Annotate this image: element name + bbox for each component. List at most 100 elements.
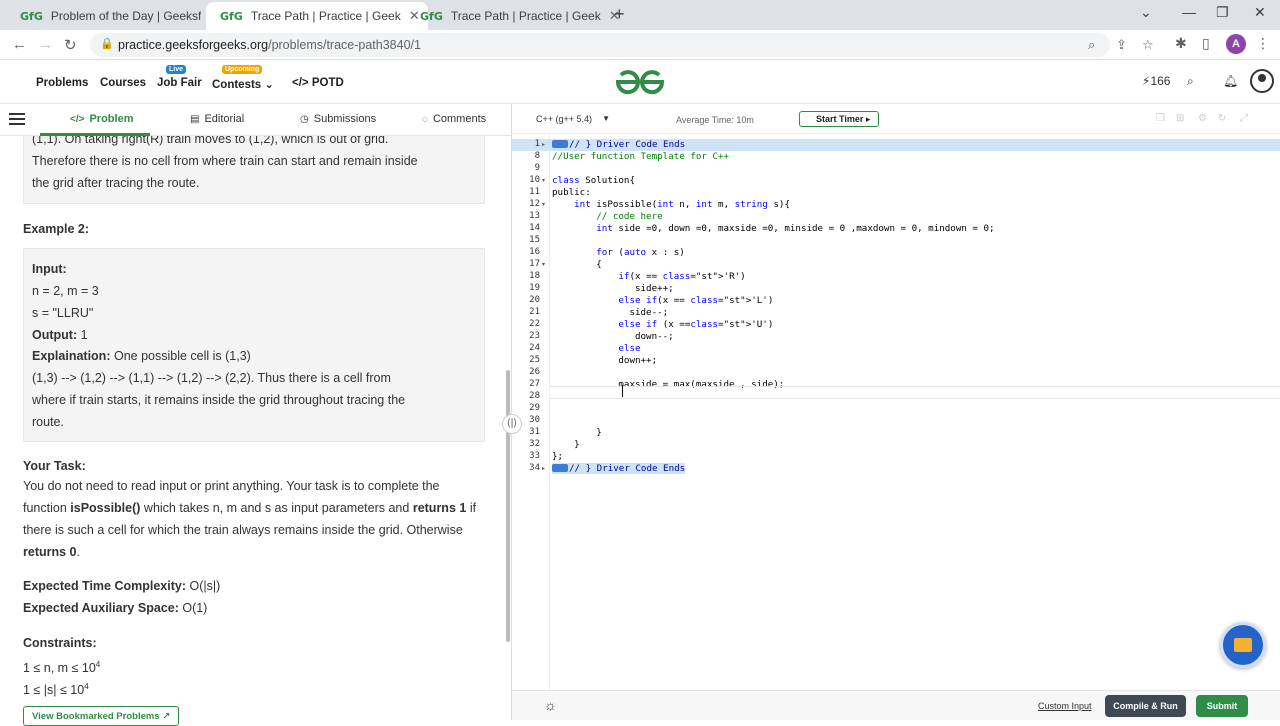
tab-search-chevron-icon[interactable]: ⌄ xyxy=(1140,4,1152,21)
code-line[interactable]: 34 ▸ // } Driver Code Ends xyxy=(512,463,1280,475)
example-2-box: Input: n = 2, m = 3 s = "LLRU" Output: 1… xyxy=(23,248,485,442)
compile-run-button[interactable]: Compile & Run xyxy=(1105,695,1186,717)
search-icon[interactable]: ⌕ xyxy=(1187,74,1194,89)
line-number: 15 xyxy=(529,235,540,245)
tab-editorial[interactable]: ▤ Editorial xyxy=(190,113,244,125)
line-number: 17 xyxy=(529,259,540,269)
code-line[interactable]: 25 down++; xyxy=(512,355,1280,367)
zoom-icon[interactable]: ⌕ xyxy=(1088,37,1095,53)
code-line[interactable]: 8 //User function Template for C++ xyxy=(512,151,1280,163)
line-number: 12 xyxy=(529,199,540,209)
browser-tab-trace-path-active[interactable]: GfG Trace Path | Practice | GeeksforGe ✕ xyxy=(206,2,428,30)
nav-potd[interactable]: </> POTD xyxy=(292,77,344,89)
browser-profile-avatar[interactable]: A xyxy=(1226,34,1246,54)
line-number: 34 xyxy=(529,463,540,473)
minimize-icon[interactable]: — xyxy=(1182,4,1196,20)
new-tab-button[interactable]: + xyxy=(614,4,625,25)
browser-tab-potd[interactable]: GfG Problem of the Day | GeeksforGe ✕ xyxy=(6,2,228,30)
view-bookmarked-button[interactable]: View Bookmarked Problems ↗ xyxy=(23,706,179,726)
settings-icon[interactable]: ⚙ xyxy=(1198,113,1207,124)
code-line[interactable]: 33}; xyxy=(512,451,1280,463)
custom-input-link[interactable]: Custom Input xyxy=(1038,701,1092,711)
url-field[interactable]: 🔒 practice.geeksforgeeks.org/problems/tr… xyxy=(90,33,1154,57)
code-line[interactable]: 11 public: xyxy=(512,187,1280,199)
code-line[interactable]: 30 xyxy=(512,415,1280,427)
streak-counter[interactable]: ⚡166 xyxy=(1142,74,1170,88)
browser-menu-icon[interactable]: ⋮ xyxy=(1256,35,1270,52)
code-line[interactable]: 1 ▸ // } Driver Code Ends xyxy=(512,139,1280,151)
reload-icon[interactable]: ↻ xyxy=(64,36,77,54)
fullscreen-icon[interactable]: ⤢ xyxy=(1240,113,1248,124)
code-line[interactable]: 10 ▾ class Solution{ xyxy=(512,175,1280,187)
problem-scrollbar[interactable] xyxy=(506,370,510,642)
code-line[interactable]: 20 else if(x == class="st">'L') xyxy=(512,295,1280,307)
forward-icon[interactable]: → xyxy=(38,36,53,53)
start-timer-button[interactable]: Start Timer ▸ xyxy=(799,111,879,127)
folded-code-icon[interactable] xyxy=(552,140,568,148)
fold-toggle-icon[interactable]: ▸ xyxy=(542,141,545,148)
code-line[interactable]: 26 xyxy=(512,367,1280,379)
code-line[interactable]: 21 side--; xyxy=(512,307,1280,319)
comment-icon: ◌ xyxy=(422,114,428,125)
time-complexity: Expected Time Complexity: O(|s|) xyxy=(23,579,221,593)
code-line[interactable]: 19 side++; xyxy=(512,283,1280,295)
back-icon[interactable]: ← xyxy=(12,36,27,53)
code-line[interactable]: 32 } xyxy=(512,439,1280,451)
expand-icon[interactable]: ⊞ xyxy=(1176,113,1184,124)
notification-bell-icon[interactable]: 🔔︎ xyxy=(1223,74,1238,88)
space-complexity: Expected Auxiliary Space: O(1) xyxy=(23,601,208,615)
code-line[interactable]: 15 xyxy=(512,235,1280,247)
upcoming-badge: Upcoming xyxy=(222,65,263,74)
share-icon[interactable]: ⇪ xyxy=(1116,37,1127,53)
bookmark-star-icon[interactable]: ☆ xyxy=(1142,37,1154,53)
hamburger-menu-icon[interactable] xyxy=(9,113,25,125)
nav-problems[interactable]: Problems xyxy=(36,77,88,89)
gfg-logo[interactable] xyxy=(614,68,666,96)
explanation-line: (1,3) --> (1,2) --> (1,1) --> (1,2) --> … xyxy=(32,371,391,385)
user-profile-icon[interactable] xyxy=(1250,69,1274,93)
chat-help-icon[interactable] xyxy=(1220,622,1266,668)
restore-icon[interactable]: ❐ xyxy=(1216,4,1229,21)
code-line[interactable]: 14 int side =0, down =0, maxside =0, min… xyxy=(512,223,1280,235)
fold-toggle-icon[interactable]: ▸ xyxy=(542,465,545,472)
code-line[interactable]: 23 down--; xyxy=(512,331,1280,343)
nav-job-fair[interactable]: Job Fair xyxy=(157,77,202,89)
code-line[interactable]: 16 for (auto x : s) xyxy=(512,247,1280,259)
code-line[interactable]: 12 ▾ int isPossible(int n, int m, string … xyxy=(512,199,1280,211)
copy-icon[interactable]: ❐ xyxy=(1156,113,1165,124)
line-number: 32 xyxy=(529,439,540,449)
browser-tab-trace-path[interactable]: GfG Trace Path | Practice | GeeksforGe ✕ xyxy=(406,2,628,30)
code-line[interactable]: 24 else xyxy=(512,343,1280,355)
submit-button[interactable]: Submit xyxy=(1196,695,1248,717)
close-window-icon[interactable]: ✕ xyxy=(1254,4,1266,21)
fold-toggle-icon[interactable]: ▾ xyxy=(542,201,545,208)
code-text: else xyxy=(618,343,641,354)
code-line[interactable]: 22 else if (x ==class="st">'U') xyxy=(512,319,1280,331)
theme-toggle-icon[interactable]: ☼ xyxy=(544,697,557,713)
example-1-line: the grid after tracing the route. xyxy=(32,176,200,190)
nav-courses[interactable]: Courses xyxy=(100,77,146,89)
extensions-icon[interactable]: ✱ xyxy=(1175,35,1187,52)
code-line[interactable]: 29 xyxy=(512,403,1280,415)
code-line[interactable]: 17 ▾ { xyxy=(512,259,1280,271)
language-select[interactable]: C++ (g++ 5.4) ▼ xyxy=(528,111,612,129)
tab-problem[interactable]: </> Problem xyxy=(70,113,133,125)
code-line[interactable]: 13 // code here xyxy=(512,211,1280,223)
code-text: // code here xyxy=(552,211,663,222)
fold-toggle-icon[interactable]: ▾ xyxy=(542,177,545,184)
folded-code-icon[interactable] xyxy=(552,464,568,472)
line-number: 27 xyxy=(529,379,540,389)
code-line[interactable]: 31 } xyxy=(512,427,1280,439)
line-number: 33 xyxy=(529,451,540,461)
tab-comments[interactable]: ◌ Comments xyxy=(422,113,486,125)
tab-submissions[interactable]: ◷ Submissions xyxy=(300,113,376,125)
example-1-line: Therefore there is no cell from where tr… xyxy=(32,154,418,168)
resize-handle-icon[interactable]: ⟨|⟩ xyxy=(502,414,522,434)
code-line[interactable]: 18 if(x == class="st">'R') xyxy=(512,271,1280,283)
nav-contests[interactable]: Contests ⌄ xyxy=(212,77,274,91)
code-line[interactable]: 9 xyxy=(512,163,1280,175)
side-panel-icon[interactable]: ▯ xyxy=(1202,35,1210,52)
reset-icon[interactable]: ↻ xyxy=(1218,113,1226,124)
code-editor[interactable]: 1 ▸// } Driver Code Ends 8//User function … xyxy=(512,134,1280,690)
fold-toggle-icon[interactable]: ▾ xyxy=(542,261,545,268)
